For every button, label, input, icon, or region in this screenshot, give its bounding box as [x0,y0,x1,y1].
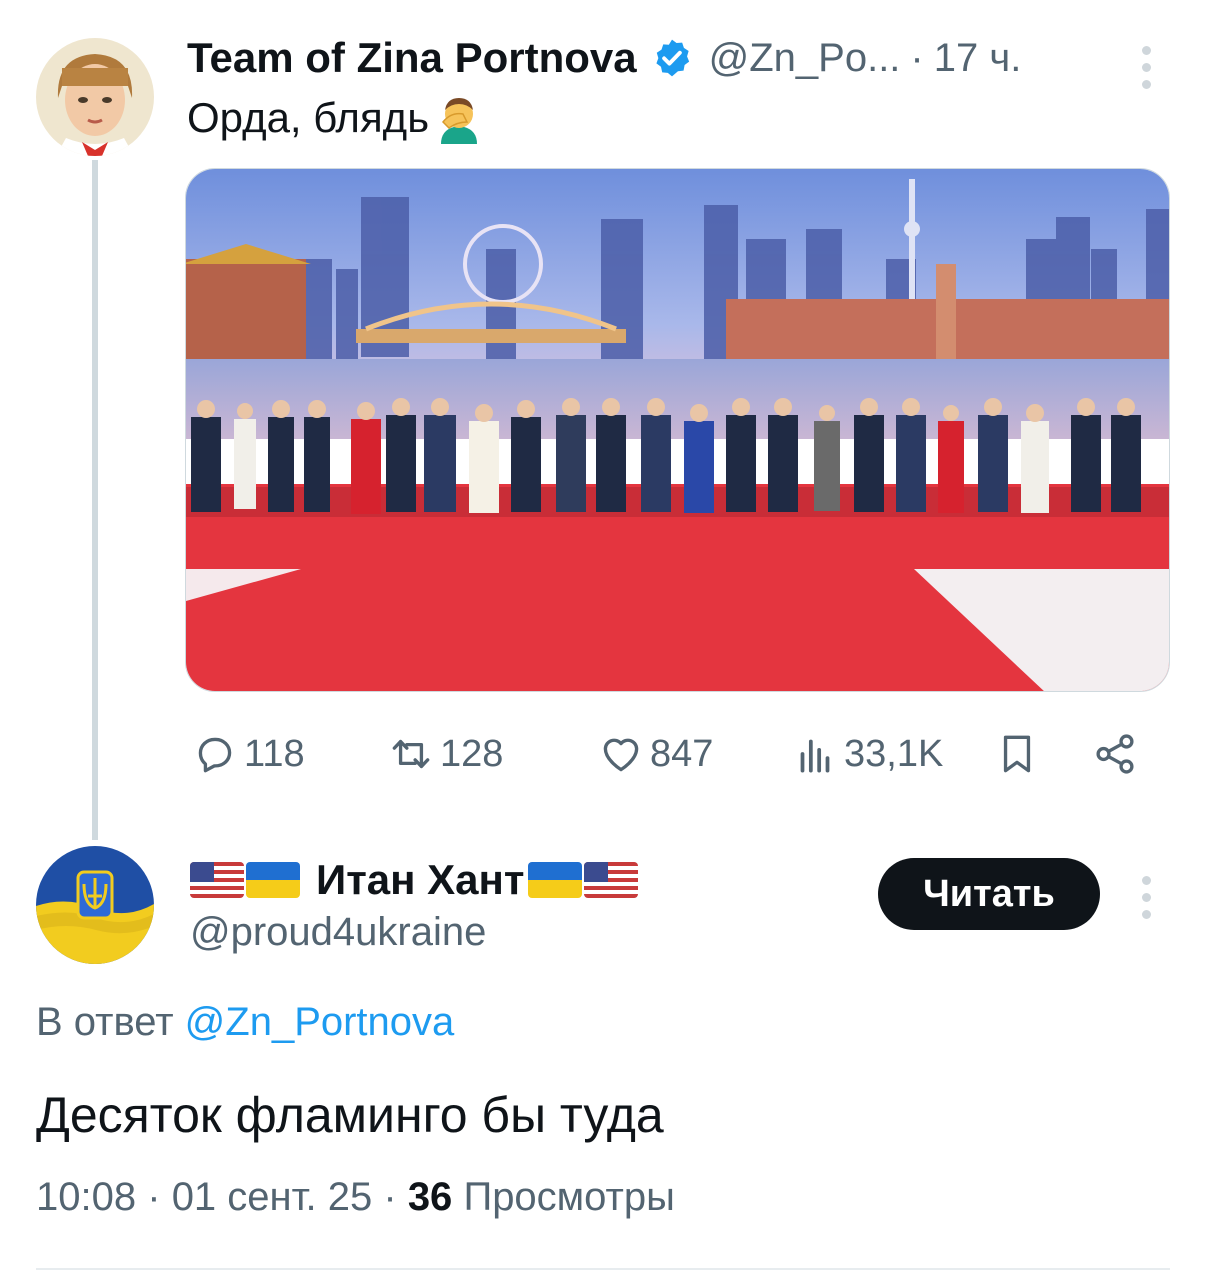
reply-icon [198,737,232,773]
bookmark-button[interactable] [992,724,1046,784]
tweet2-more-options-icon[interactable] [1138,876,1154,919]
bookmark-icon [1003,735,1031,773]
repost-button[interactable]: 128 [386,724,503,784]
share-button[interactable] [1090,724,1144,784]
tweet2-text: Десяток фламинго бы туда [36,1087,664,1143]
views-button[interactable]: 33,1K [790,724,943,784]
tweet1-photo[interactable] [185,168,1170,692]
tweet1-text-content: Орда, блядь [187,94,430,141]
us-flag-icon [584,862,639,898]
tweet1-avatar[interactable] [36,38,154,156]
thread-connector-line [92,160,98,840]
tweet2-handle[interactable]: @proud4ukraine [190,910,486,955]
share-icon [1096,734,1134,774]
tweet1-separator: · [910,35,924,80]
tweet2-date[interactable]: 01 сент. 25 [172,1175,373,1219]
tweet1-author-name[interactable]: Team of Zina Portnova [187,34,637,82]
reply-to-line: В ответ @Zn_Portnova [36,1000,454,1045]
repost-count: 128 [440,732,504,775]
tweet1-action-bar: 118 128 847 33,1K [190,724,1150,784]
tweet2-author-name[interactable]: Итан Хант [316,856,524,904]
reply-count: 118 [244,732,305,775]
like-count: 847 [650,732,714,775]
tweet1-more-options-icon[interactable] [1138,46,1154,89]
tweet2-meta: 10:08 · 01 сент. 25 · 36 Просмотры [36,1175,675,1220]
views-chart-icon [800,739,830,773]
tweet1-timestamp[interactable]: 17 ч. [934,36,1022,81]
follow-button[interactable]: Читать [878,858,1100,930]
reply-button[interactable]: 118 [190,724,305,784]
ukraine-flag-icon [246,862,300,898]
tweet2-views-label: Просмотры [463,1175,675,1219]
tweet2-views-count: 36 [407,1175,453,1219]
repost-icon [392,739,430,769]
tweet1-handle[interactable]: @Zn_Po... [709,36,901,81]
tweet2-time[interactable]: 10:08 [36,1175,136,1219]
bottom-divider [36,1268,1170,1270]
meta-separator: · [383,1175,397,1219]
us-flag-icon [190,862,244,898]
heart-icon [603,738,639,772]
tweet1-header: Team of Zina Portnova @Zn_Po... · 17 ч. [187,30,1021,86]
ukraine-flag-icon [528,862,583,898]
views-count: 33,1K [844,732,944,775]
tweet1-text: Орда, блядь [187,92,485,144]
tweet2-name-row: Итан Хант [190,852,640,908]
reply-to-prefix: В ответ [36,1000,174,1044]
man-facepalming-emoji-icon [433,92,485,144]
tweet2-avatar[interactable] [36,846,154,964]
verified-badge-icon [651,37,693,79]
reply-to-mention-link[interactable]: @Zn_Portnova [185,1000,455,1044]
like-button[interactable]: 847 [596,724,713,784]
meta-separator: · [147,1175,161,1219]
